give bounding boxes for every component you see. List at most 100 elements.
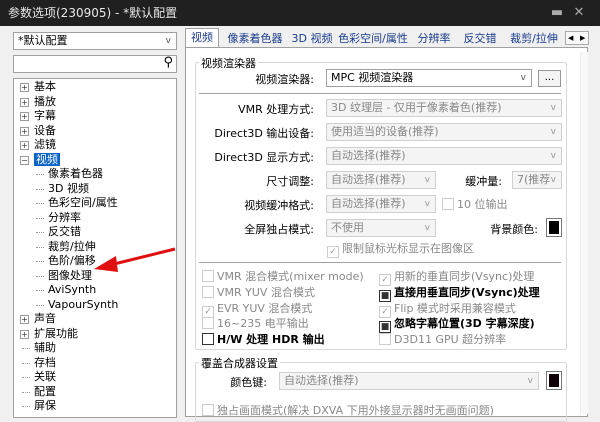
- tab-6[interactable]: 裁剪/拉伸: [505, 30, 563, 48]
- fullscreen-select[interactable]: 不使用 v: [326, 219, 436, 237]
- resize-select[interactable]: 自动选择(推荐) v: [326, 171, 436, 189]
- tree-item[interactable]: + 设备: [20, 124, 56, 138]
- tab-5[interactable]: 反交错: [458, 30, 502, 48]
- pin-icon[interactable]: ▬: [546, 0, 568, 26]
- tree-item-label: VapourSynth: [48, 297, 119, 311]
- expand-icon[interactable]: +: [20, 83, 29, 92]
- scrollbar[interactable]: [580, 52, 588, 414]
- tree-item-label: 辅助: [34, 341, 56, 354]
- tree-item-label: 声音: [34, 312, 56, 325]
- expand-icon[interactable]: +: [20, 315, 29, 324]
- buffer-format-select[interactable]: 自动选择(推荐) v: [326, 195, 436, 213]
- ten-bit-label: 10 位输出: [457, 198, 508, 211]
- tree-item[interactable]: 反交错: [36, 225, 81, 239]
- d3d-display-select[interactable]: 自动选择(推荐) v: [326, 147, 562, 165]
- tree-item[interactable]: 图像处理: [36, 268, 92, 283]
- checkbox-box[interactable]: [202, 333, 214, 346]
- tree-item[interactable]: + 字幕: [20, 109, 56, 123]
- option-checkbox[interactable]: VMR YUV 混合模式: [202, 285, 315, 299]
- fullscreen-value: 不使用: [331, 221, 364, 234]
- checkbox-label: VMR YUV 混合模式: [217, 285, 315, 299]
- tree-item[interactable]: + 滤镜: [20, 138, 56, 152]
- checkbox-box[interactable]: [202, 285, 214, 298]
- tree-item-label: 图像处理: [48, 268, 92, 282]
- expand-icon[interactable]: +: [20, 141, 29, 150]
- option-checkbox[interactable]: ✓ EVR YUV 混合模式: [202, 302, 312, 318]
- color-key-swatch[interactable]: [546, 371, 562, 390]
- checkbox-box[interactable]: [202, 317, 214, 330]
- tree-item[interactable]: 像素着色器: [36, 167, 103, 181]
- option-checkbox[interactable]: 16~235 电平输出: [202, 317, 309, 330]
- checkbox-box[interactable]: ■: [379, 321, 391, 334]
- renderer-select[interactable]: MPC 视频渲染器 v: [326, 69, 532, 87]
- option-checkbox[interactable]: ■ 直接用垂直同步(Vsync)处理: [379, 286, 540, 302]
- tree-item[interactable]: AviSynth: [36, 283, 96, 297]
- tree-item[interactable]: 裁剪/拉伸: [36, 240, 96, 254]
- tree-item-label: 反交错: [48, 225, 81, 238]
- option-checkbox[interactable]: ■ 忽略字幕位置(3D 字幕深度): [379, 317, 535, 334]
- tree-item-label: 扩展功能: [34, 326, 78, 340]
- arrow-right-icon[interactable]: ▶: [580, 32, 585, 44]
- tree-item[interactable]: 色阶/偏移: [36, 254, 96, 268]
- bg-color-swatch[interactable]: [546, 218, 562, 237]
- arrow-left-icon[interactable]: ◀: [568, 32, 573, 44]
- option-checkbox[interactable]: H/W 处理 HDR 输出: [202, 333, 325, 346]
- tree-item[interactable]: 关联: [22, 370, 56, 384]
- checkbox-box[interactable]: ✓: [379, 305, 391, 318]
- tree-line: [36, 290, 44, 291]
- tree-item-label: 播放: [34, 94, 56, 108]
- tab-scroll[interactable]: ◀ ▶: [565, 31, 589, 45]
- option-checkbox[interactable]: VMR 混合模式(mixer mode): [202, 270, 364, 283]
- tree-item[interactable]: − 视频: [20, 152, 60, 167]
- close-icon[interactable]: ✕: [568, 0, 590, 26]
- tab-4[interactable]: 分辨率: [413, 30, 455, 48]
- tree-item[interactable]: 3D 视频: [36, 182, 89, 196]
- exclusive-mode-checkbox[interactable]: 独占画面模式(解决 DXVA 下用外接显示器时无画面问题): [202, 404, 494, 417]
- color-key-select[interactable]: 自动选择(推荐) v: [279, 372, 539, 390]
- tree-item-label: 配置: [34, 384, 56, 398]
- tree-item[interactable]: 色彩空间/属性: [36, 196, 118, 210]
- buffer-select[interactable]: 7(推荐 v: [512, 171, 562, 189]
- limit-cursor-checkbox[interactable]: ✓ 限制鼠标光标显示在图像区: [327, 242, 474, 258]
- renderer-group-title: 视频渲染器: [199, 55, 258, 71]
- ten-bit-checkbox[interactable]: 10 位输出: [442, 198, 508, 211]
- tree-item[interactable]: + 播放: [20, 94, 56, 109]
- tree-item[interactable]: + 基本: [20, 80, 56, 94]
- option-checkbox[interactable]: ✓ Flip 模式时采用兼容模式: [379, 302, 516, 318]
- exclusive-mode-label: 独占画面模式(解决 DXVA 下用外接显示器时无画面问题): [217, 404, 494, 417]
- tree-item[interactable]: 存档: [22, 356, 56, 370]
- tab-1[interactable]: 像素着色器: [222, 30, 288, 48]
- tree-item-label: 像素着色器: [48, 167, 103, 180]
- profile-value: *默认配置: [18, 34, 68, 47]
- profile-select[interactable]: *默认配置 v: [13, 32, 177, 50]
- search-input[interactable]: ⚲: [13, 55, 177, 73]
- expand-icon[interactable]: +: [20, 126, 29, 136]
- checkbox-box[interactable]: [379, 333, 391, 346]
- tree-item-label: 色阶/偏移: [48, 254, 96, 267]
- search-icon[interactable]: ⚲: [163, 56, 173, 71]
- tree-item[interactable]: VapourSynth: [36, 297, 119, 312]
- option-checkbox[interactable]: ✓ 用新的垂直同步(Vsync)处理: [379, 270, 534, 286]
- tree-item[interactable]: 辅助: [22, 341, 56, 355]
- tree-item[interactable]: 屏保: [22, 399, 56, 413]
- tab-2[interactable]: 3D 视频: [291, 30, 333, 48]
- checkbox-box[interactable]: ✓: [379, 274, 391, 286]
- tab-3[interactable]: 色彩空间/属性: [336, 30, 410, 48]
- d3d-device-select[interactable]: 使用适当的设备(推荐) v: [326, 123, 562, 141]
- tree-item[interactable]: 分辨率: [36, 211, 81, 225]
- checkbox-label: 16~235 电平输出: [217, 317, 309, 331]
- tab-0[interactable]: 视频: [185, 28, 219, 49]
- tree-item[interactable]: + 声音: [20, 312, 56, 326]
- vmr-select[interactable]: 3D 纹理层 - 仅用于像素着色(推荐) v: [326, 99, 562, 117]
- checkbox-box[interactable]: ■: [379, 289, 391, 302]
- collapse-icon[interactable]: −: [20, 155, 29, 165]
- expand-icon[interactable]: +: [20, 97, 29, 107]
- checkbox-box[interactable]: [202, 270, 214, 282]
- tree-item[interactable]: + 扩展功能: [20, 326, 78, 341]
- expand-icon[interactable]: +: [20, 112, 29, 121]
- checkbox-box[interactable]: ✓: [202, 305, 214, 318]
- expand-icon[interactable]: +: [20, 329, 29, 339]
- tree-item[interactable]: 配置: [22, 384, 56, 399]
- renderer-options-button[interactable]: ...: [538, 70, 561, 87]
- option-checkbox[interactable]: D3D11 GPU 超分辨率: [379, 333, 506, 346]
